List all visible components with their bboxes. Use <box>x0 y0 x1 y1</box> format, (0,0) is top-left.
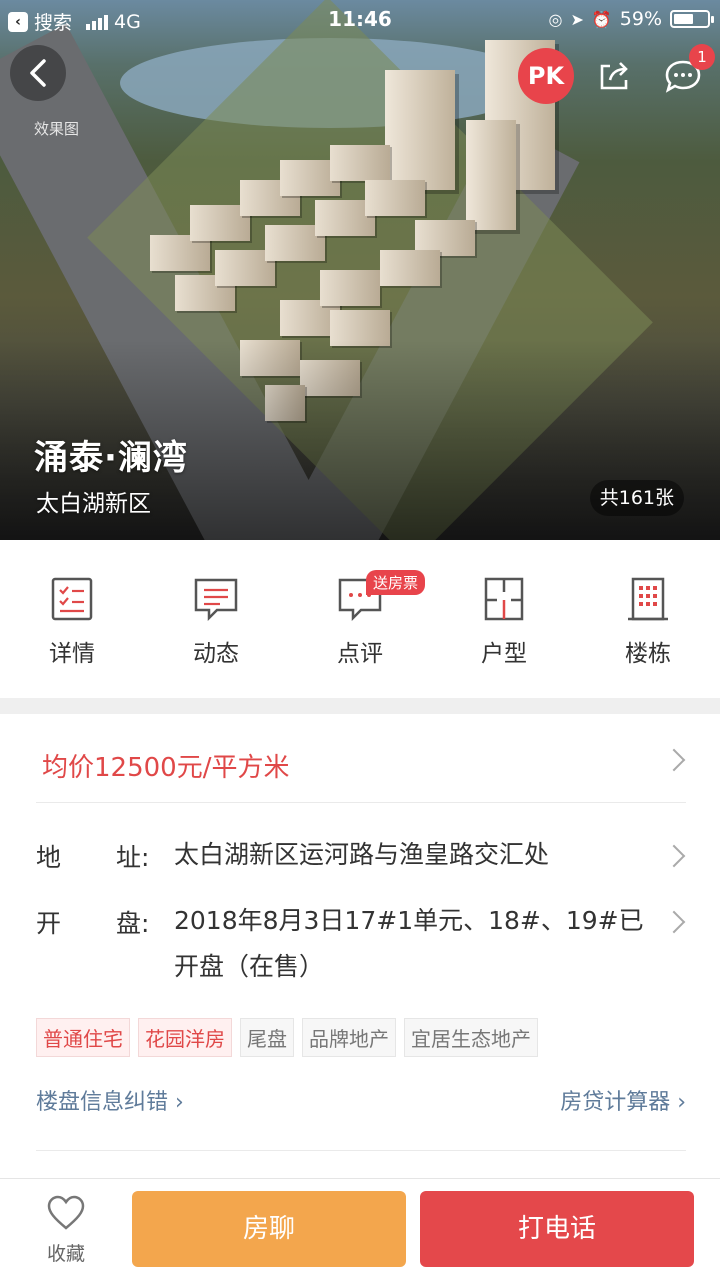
nav-item-news[interactable]: 动态 <box>144 540 288 698</box>
news-icon <box>194 578 238 622</box>
favorite-label: 收藏 <box>46 1243 85 1265</box>
tag-list: 普通住宅 花园洋房 尾盘 品牌地产 宜居生态地产 <box>36 1018 538 1057</box>
tag: 普通住宅 <box>36 1018 130 1057</box>
chevron-left-icon <box>30 59 46 87</box>
chevron-right-icon <box>662 748 686 772</box>
low-rise-building <box>365 180 425 216</box>
battery-percent: 59% <box>619 8 662 30</box>
battery-icon <box>670 10 714 28</box>
section-divider <box>0 698 720 714</box>
divider <box>36 1150 686 1151</box>
share-button[interactable] <box>586 48 642 104</box>
photo-count-button[interactable]: 共161张 <box>589 480 684 516</box>
share-icon <box>600 62 628 90</box>
tag: 品牌地产 <box>302 1018 396 1057</box>
favorite-button[interactable]: 收藏 <box>30 1195 102 1266</box>
tower-building <box>466 120 516 230</box>
chevron-right-icon <box>662 844 686 868</box>
tower-building <box>385 70 455 190</box>
nav-item-floorplan[interactable]: 户型 <box>432 540 576 698</box>
address-value: 太白湖新区运河路与渔皇路交汇处 <box>174 840 550 869</box>
tag: 宜居生态地产 <box>404 1018 538 1057</box>
pk-button[interactable]: PK <box>518 48 574 104</box>
tag: 花园洋房 <box>138 1018 232 1057</box>
price-row[interactable]: 均价12500元/平方米 <box>36 714 686 803</box>
opening-value: 2018年8月3日17#1单元、18#、19#已开盘（在售） <box>174 906 644 981</box>
chevron-right-icon <box>662 910 686 934</box>
chevron-right-icon: › <box>670 1090 686 1115</box>
info-correction-link[interactable]: 楼盘信息纠错 › <box>36 1084 184 1116</box>
call-button[interactable]: 打电话 <box>420 1191 694 1267</box>
nav-label: 动态 <box>193 641 239 667</box>
location-icon: ➤ <box>570 9 584 29</box>
nav-label: 点评 <box>337 641 383 667</box>
message-button[interactable]: 1 <box>655 44 715 104</box>
average-price: 均价12500元/平方米 <box>42 753 290 783</box>
lock-rotation-icon: ◎ <box>548 9 563 29</box>
project-title: 涌泰·澜湾 <box>34 438 188 478</box>
house-ticket-badge: 送房票 <box>366 570 426 595</box>
nav-item-building[interactable]: 楼栋 <box>576 540 720 698</box>
nav-label: 楼栋 <box>625 641 671 667</box>
nav-label: 详情 <box>49 641 95 667</box>
mortgage-calculator-label: 房贷计算器 <box>560 1090 671 1115</box>
nav-item-comment[interactable]: 送房票 点评 <box>288 540 432 698</box>
alarm-icon: ⏰ <box>591 9 612 29</box>
tag: 尾盘 <box>240 1018 294 1057</box>
back-button[interactable] <box>10 45 66 101</box>
low-rise-building <box>320 270 380 306</box>
project-area: 太白湖新区 <box>36 491 151 517</box>
status-bar: ‹ 搜索 4G 11:46 ◎ ➤ ⏰ 59% <box>0 0 720 38</box>
mortgage-calculator-link[interactable]: 房贷计算器 › <box>560 1084 686 1116</box>
address-row[interactable]: 地 址: 太白湖新区运河路与渔皇路交汇处 <box>36 832 686 878</box>
chat-button[interactable]: 房聊 <box>132 1191 406 1267</box>
low-rise-building <box>380 250 440 286</box>
address-key-char: 地 <box>36 843 62 872</box>
bottom-action-bar: 收藏 房聊 打电话 <box>0 1178 720 1281</box>
info-correction-label: 楼盘信息纠错 <box>36 1090 169 1115</box>
feature-nav: 详情 动态 送房票 点评 户型 楼栋 <box>0 540 720 698</box>
chevron-right-icon: › <box>168 1090 184 1115</box>
opening-key-char: 盘: <box>116 909 150 938</box>
opening-row[interactable]: 开 盘: 2018年8月3日17#1单元、18#、19#已开盘（在售） <box>36 898 686 990</box>
nav-label: 户型 <box>481 641 527 667</box>
message-count-badge: 1 <box>689 44 715 70</box>
floorplan-icon <box>484 577 524 621</box>
building-icon <box>628 577 668 621</box>
effect-image-label: 效果图 <box>34 120 80 138</box>
nav-item-details[interactable]: 详情 <box>0 540 144 698</box>
details-icon <box>51 577 93 621</box>
low-rise-building <box>330 145 390 181</box>
opening-key-char: 开 <box>36 909 62 938</box>
heart-icon <box>47 1195 85 1230</box>
info-links: 楼盘信息纠错 › 房贷计算器 › <box>36 1084 686 1118</box>
address-key-char: 址: <box>116 843 150 872</box>
